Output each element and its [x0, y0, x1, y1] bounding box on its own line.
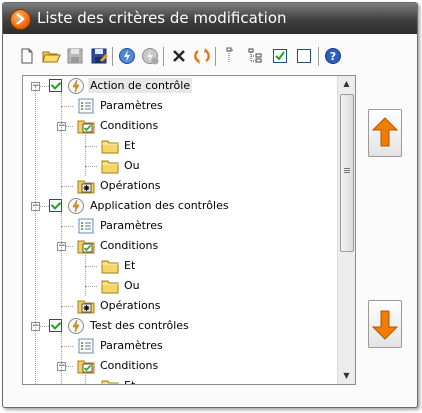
- help-icon[interactable]: ?: [323, 46, 343, 66]
- refresh-icon[interactable]: [192, 46, 212, 66]
- parameters-icon: [77, 97, 95, 118]
- tree-item-label: Test des contrôles: [90, 319, 189, 332]
- tree-item-label: Paramètres: [100, 219, 163, 232]
- window-title: Liste des critères de modification: [37, 9, 287, 27]
- operations-icon: [77, 177, 95, 198]
- tree-item-conditions-folder[interactable]: − Conditions: [23, 116, 335, 136]
- chevron-right-icon: [10, 9, 31, 30]
- item-checkbox[interactable]: [49, 199, 62, 212]
- tree-item-action[interactable]: − Test des contrôles: [23, 316, 335, 336]
- tree-item-parameters[interactable]: Paramètres: [23, 336, 335, 356]
- parameters-icon: [77, 217, 95, 238]
- tree-item-label: Et: [124, 259, 136, 272]
- tree-item-parameters[interactable]: Paramètres: [23, 216, 335, 236]
- save-icon[interactable]: [65, 46, 85, 66]
- svg-text:?: ?: [330, 50, 336, 63]
- move-down-button[interactable]: [368, 300, 402, 348]
- arrow-down-icon: [371, 310, 399, 340]
- tree-item-action[interactable]: − Action de contrôle: [23, 76, 335, 96]
- tree-item-operations[interactable]: Opérations: [23, 296, 335, 316]
- tree-item-label: Paramètres: [100, 339, 163, 352]
- tree-item-label: Conditions: [100, 239, 159, 252]
- tree-item-label: Et: [122, 378, 137, 384]
- tree-item-label: Opérations: [100, 179, 161, 192]
- validate-icon[interactable]: [117, 46, 137, 66]
- tree-item-folder[interactable]: Et: [23, 376, 335, 384]
- tree-item-operations[interactable]: Opérations: [23, 176, 335, 196]
- criteria-tree[interactable]: ▲ ▼ − Action de contrôle Paramètres − Condit…: [22, 75, 356, 385]
- tree-item-label: Conditions: [100, 119, 159, 132]
- insert-icon[interactable]: [221, 46, 241, 66]
- folder-icon: [101, 377, 119, 384]
- open-folder-icon[interactable]: [41, 46, 61, 66]
- tree-item-action[interactable]: − Application des contrôles: [23, 196, 335, 216]
- tree-item-conditions-folder[interactable]: − Conditions: [23, 236, 335, 256]
- lightning-icon: [67, 197, 85, 218]
- lightning-icon: [67, 77, 85, 98]
- folder-icon: [101, 157, 119, 178]
- item-checkbox[interactable]: [49, 79, 62, 92]
- window: Liste des critères de modification ? ▲ ▼…: [2, 2, 418, 408]
- folder-icon: [101, 277, 119, 298]
- operations-icon: [77, 297, 95, 318]
- scroll-up-icon[interactable]: ▲: [338, 76, 355, 92]
- tree-item-label: Opérations: [100, 299, 161, 312]
- tree-item-folder[interactable]: Ou: [23, 156, 335, 176]
- tree-item-folder[interactable]: Et: [23, 256, 335, 276]
- folder-icon: [101, 137, 119, 158]
- uncheck-all-icon[interactable]: [294, 46, 314, 66]
- save-as-icon[interactable]: [89, 46, 109, 66]
- toolbar: ?: [17, 46, 357, 72]
- tree-item-label: Et: [124, 139, 136, 152]
- tree-item-parameters[interactable]: Paramètres: [23, 96, 335, 116]
- tree-item-label: Conditions: [100, 359, 159, 372]
- check-all-icon[interactable]: [270, 46, 290, 66]
- tree-item-folder[interactable]: Et: [23, 136, 335, 156]
- arrow-up-icon: [371, 117, 399, 147]
- tree-item-label: Ou: [124, 279, 140, 292]
- lightning-icon: [67, 317, 85, 338]
- tree-item-label: Paramètres: [100, 99, 163, 112]
- tree-item-conditions-folder[interactable]: − Conditions: [23, 356, 335, 376]
- tree-view-icon[interactable]: [246, 46, 266, 66]
- new-icon[interactable]: [17, 46, 37, 66]
- tree-item-folder[interactable]: Ou: [23, 276, 335, 296]
- item-checkbox[interactable]: [49, 319, 62, 332]
- scroll-down-icon[interactable]: ▼: [338, 368, 355, 384]
- title-bar: Liste des critères de modification: [3, 3, 417, 34]
- validate-all-icon[interactable]: [140, 46, 160, 66]
- tree-item-label: Application des contrôles: [90, 199, 229, 212]
- tree-item-label: Ou: [124, 159, 140, 172]
- move-up-button[interactable]: [368, 109, 402, 157]
- delete-icon[interactable]: [169, 46, 189, 66]
- tree-item-label: Action de contrôle: [88, 78, 193, 93]
- scroll-thumb[interactable]: [340, 94, 354, 252]
- parameters-icon: [77, 337, 95, 358]
- vertical-scrollbar[interactable]: ▲ ▼: [337, 76, 355, 384]
- folder-icon: [101, 257, 119, 278]
